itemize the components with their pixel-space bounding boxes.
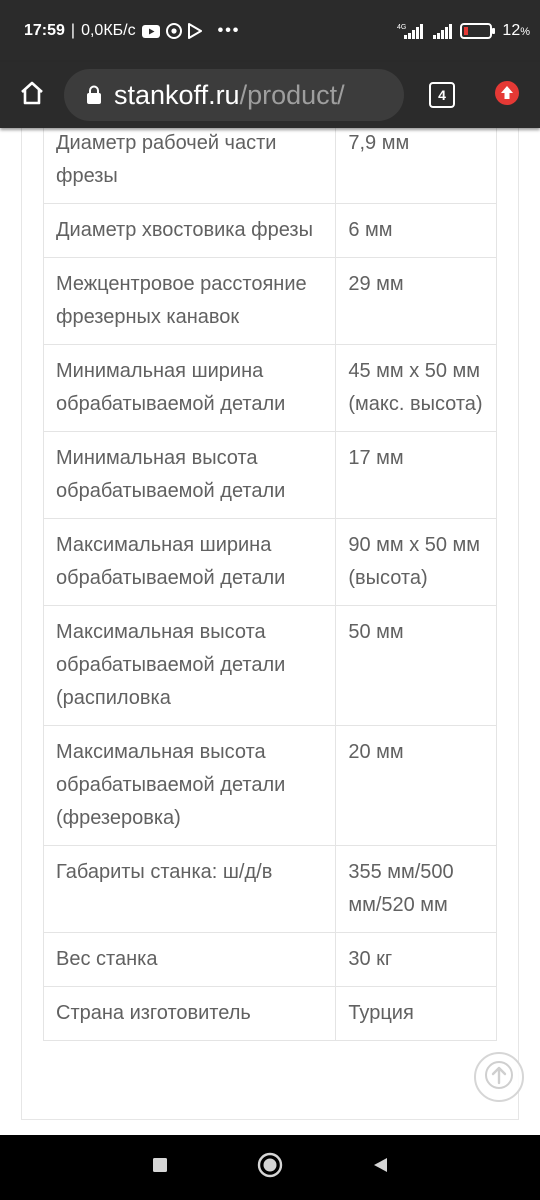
spec-name: Максимальная высота обрабатываемой детал… [42,605,337,726]
play-store-icon [187,23,202,39]
spec-name: Страна изготовитель [42,986,337,1041]
tab-count: 4 [438,87,446,103]
table-row: Максимальная высота обрабатываемой детал… [42,725,497,846]
table-row: Максимальная высота обрабатываемой детал… [42,605,497,726]
status-separator: | [70,22,76,39]
table-row: Диаметр рабочей части фрезы 7,9 мм [42,128,497,204]
status-right: 4G 12% [396,22,530,40]
spec-value: 30 кг [335,932,497,987]
tabs-button[interactable]: 4 [404,62,480,128]
spec-value: 20 мм [335,725,497,846]
spec-value: 50 мм [335,605,497,726]
home-button[interactable] [0,62,64,128]
status-bar: 17:59 | 0,0КБ/с ••• 4G 12% [0,0,540,62]
arrow-up-icon [484,1060,514,1095]
spec-value: 7,9 мм [335,128,497,204]
spec-value: 90 мм х 50 мм (высота) [335,518,497,606]
table-row: Страна изготовитель Турция [42,986,497,1041]
spec-value: 29 мм [335,257,497,345]
battery-level: 12% [502,22,530,39]
spec-name: Вес станка [42,932,337,987]
url-path: /product/ [239,79,345,110]
lock-icon [86,85,102,105]
signal-icon: 4G [396,22,426,40]
recents-button[interactable] [105,1156,215,1179]
browser-toolbar: stankoff.ru/product/ 4 [0,62,540,128]
home-nav-button[interactable] [215,1152,325,1183]
table-row: Минимальная высота обрабатываемой детали… [42,431,497,519]
table-row: Вес станка 30 кг [42,932,497,987]
spec-name: Диаметр рабочей части фрезы [42,128,337,204]
table-row: Диаметр хвостовика фрезы 6 мм [42,203,497,258]
scroll-to-top-button[interactable] [474,1052,524,1102]
spec-name: Минимальная ширина обрабатываемой детали [42,344,337,432]
status-speed: 0,0КБ/с [81,22,136,39]
home-icon [18,79,46,112]
battery-icon [460,22,496,40]
url-domain: stankoff.ru [114,79,240,110]
network-label: 4G [397,24,406,31]
specs-table: Диаметр рабочей части фрезы 7,9 мм Диаме… [42,128,497,1041]
table-row: Габариты станка: ш/д/в 355 мм/500 мм/520… [42,845,497,933]
spec-value: 355 мм/500 мм/520 мм [335,845,497,933]
chrome-icon [165,23,182,39]
youtube-icon [141,24,160,38]
spec-name: Габариты станка: ш/д/в [42,845,337,933]
spec-name: Минимальная высота обрабатываемой детали [42,431,337,519]
update-button[interactable] [480,62,534,128]
recents-square-icon [151,1156,169,1179]
spec-name: Диаметр хвостовика фрезы [42,203,337,258]
more-dots-icon: ••• [217,22,241,39]
spec-value: 17 мм [335,431,497,519]
url-bar[interactable]: stankoff.ru/product/ [64,69,404,121]
signal-icon-2 [432,22,454,40]
status-time: 17:59 [24,22,65,39]
page-content: Диаметр рабочей части фрезы 7,9 мм Диаме… [0,128,540,1135]
table-row: Минимальная ширина обрабатываемой детали… [42,344,497,432]
spec-name: Межцентровое расстояние фрезерных канаво… [42,257,337,345]
update-icon [494,80,520,111]
android-nav-bar [0,1135,540,1200]
status-left: 17:59 | 0,0КБ/с ••• [24,22,240,40]
spec-value: Турция [335,986,497,1041]
table-row: Максимальная ширина обрабатываемой детал… [42,518,497,606]
back-button[interactable] [325,1156,435,1179]
back-triangle-icon [371,1156,389,1179]
tabs-icon: 4 [429,82,455,108]
spec-name: Максимальная высота обрабатываемой детал… [42,725,337,846]
spec-name: Максимальная ширина обрабатываемой детал… [42,518,337,606]
table-row: Межцентровое расстояние фрезерных канаво… [42,257,497,345]
spec-value: 6 мм [335,203,497,258]
home-circle-icon [257,1152,283,1183]
spec-value: 45 мм х 50 мм (макс. высота) [335,344,497,432]
